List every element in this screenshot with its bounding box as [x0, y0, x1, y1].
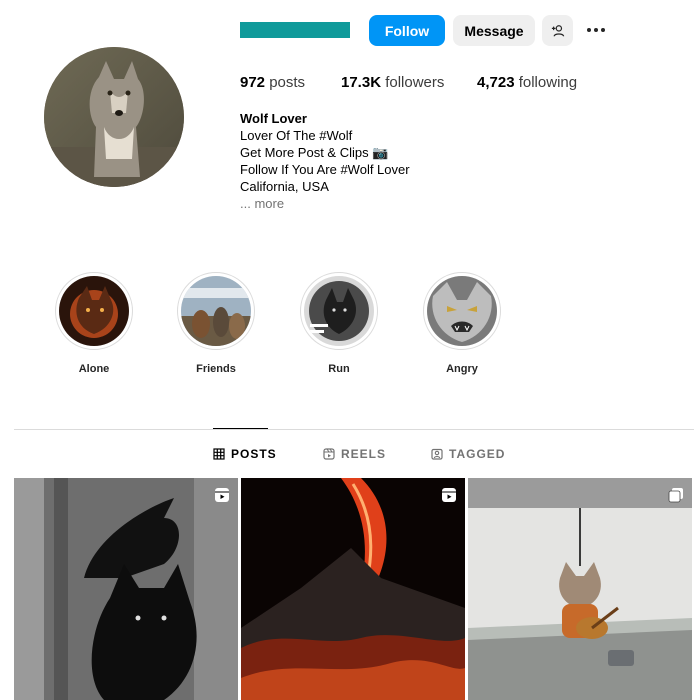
bio-line: Lover Of The #Wolf — [240, 128, 353, 143]
highlight-label: Angry — [446, 363, 478, 375]
highlight-thumbnail — [181, 276, 251, 346]
highlight-run[interactable]: Run — [294, 272, 384, 375]
bio-line: Get More Post & Clips 📷 — [240, 145, 389, 160]
highlight-angry[interactable]: Angry — [417, 272, 507, 375]
wolf-guitar-ornament-post-image — [468, 478, 692, 700]
follow-button[interactable]: Follow — [369, 15, 445, 46]
following-link[interactable]: 4,723 following — [477, 74, 577, 91]
tab-reels[interactable]: REELS — [323, 447, 386, 461]
reel-icon — [215, 488, 229, 502]
raven-wolf-post-image — [14, 478, 238, 700]
reel-icon — [442, 488, 456, 502]
reels-icon — [323, 448, 335, 460]
tab-label: POSTS — [231, 447, 277, 461]
highlight-thumbnail — [59, 276, 129, 346]
post-tile[interactable] — [14, 478, 238, 700]
add-person-icon — [551, 24, 564, 37]
wolf-avatar-image — [44, 47, 184, 187]
highlight-label: Alone — [78, 363, 110, 375]
more-dots-icon — [587, 28, 591, 32]
bio-line: Follow If You Are #Wolf Lover — [240, 162, 410, 177]
followers-link[interactable]: 17.3K followers — [341, 74, 444, 91]
username-redacted-bar — [240, 22, 350, 38]
message-button[interactable]: Message — [453, 15, 535, 46]
eclipse-mountain-post-image — [241, 478, 465, 700]
carousel-icon — [668, 488, 683, 503]
tagged-icon — [431, 448, 443, 460]
options-button[interactable] — [582, 22, 610, 38]
posts-count: 972 posts — [240, 74, 306, 91]
tab-label: TAGGED — [449, 447, 506, 461]
highlight-alone[interactable]: Alone — [49, 272, 139, 375]
grid-icon — [213, 448, 225, 460]
active-tab-indicator — [213, 428, 268, 429]
profile-bio: Wolf Lover Lover Of The #Wolf Get More P… — [240, 110, 410, 212]
profile-avatar[interactable] — [44, 47, 184, 187]
suggested-users-button[interactable] — [542, 15, 573, 46]
highlight-thumbnail — [427, 276, 497, 346]
highlight-label: Run — [328, 363, 350, 375]
bio-line: California, USA — [240, 179, 329, 194]
highlight-friends[interactable]: Friends — [171, 272, 261, 375]
tab-posts[interactable]: POSTS — [213, 447, 277, 461]
highlight-thumbnail — [304, 276, 374, 346]
post-tile[interactable] — [468, 478, 692, 700]
post-tile[interactable] — [241, 478, 465, 700]
tabs-divider — [14, 429, 694, 430]
bio-more-link[interactable]: ... more — [240, 195, 410, 212]
tab-tagged[interactable]: TAGGED — [431, 447, 505, 461]
highlight-label: Friends — [196, 363, 236, 375]
profile-display-name: Wolf Lover — [240, 111, 307, 126]
tab-label: REELS — [341, 447, 387, 461]
